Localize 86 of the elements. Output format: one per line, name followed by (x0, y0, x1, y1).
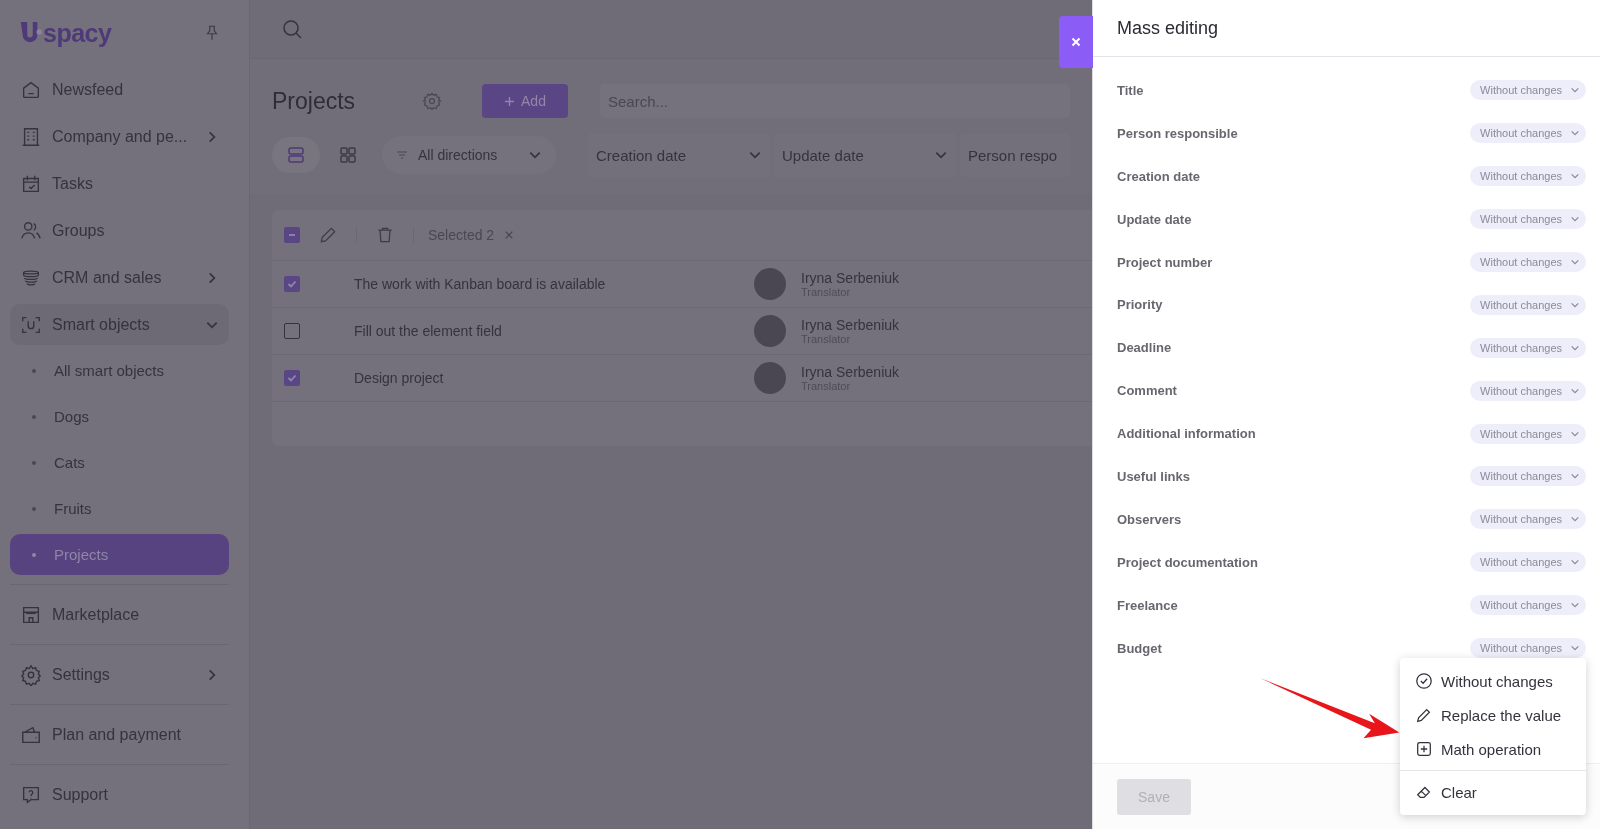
edit-icon[interactable] (318, 225, 338, 245)
logo-text: spacy (43, 18, 112, 48)
project-title[interactable]: Fill out the element field (354, 323, 754, 339)
field-label: Person responsible (1117, 125, 1238, 141)
value-dropdown[interactable]: Without changes (1470, 552, 1586, 573)
checkbox[interactable] (284, 370, 300, 386)
menu-item[interactable]: Without changes (1400, 664, 1586, 698)
list-view-icon (286, 145, 306, 165)
person-name: Iryna Serbeniuk (801, 364, 900, 380)
value-dropdown[interactable]: Without changes (1470, 466, 1586, 487)
sidebar-item[interactable]: Groups (10, 210, 229, 251)
checkbox[interactable] (284, 323, 300, 339)
sidebar-subitem[interactable]: Fruits (10, 488, 229, 529)
settings-icon[interactable] (422, 91, 442, 111)
delete-icon[interactable] (375, 225, 395, 245)
panel-title: Mass editing (1093, 0, 1600, 57)
value-dropdown[interactable]: Without changes (1470, 209, 1586, 230)
check-circle-icon (1415, 672, 1433, 690)
checkbox[interactable] (284, 276, 300, 292)
sidebar-subitem[interactable]: Cats (10, 442, 229, 483)
sidebar-item[interactable]: Plan and payment (10, 714, 229, 755)
project-title[interactable]: Design project (354, 370, 754, 386)
sidebar-item[interactable]: CRM and sales (10, 257, 229, 298)
field-label: Observers (1117, 511, 1182, 527)
sidebar-subitem[interactable]: Projects (10, 534, 229, 575)
sidebar-item[interactable]: Tasks (10, 163, 229, 204)
sidebar-item[interactable]: Newsfeed (10, 69, 229, 110)
field-label: Deadline (1117, 340, 1172, 356)
close-button[interactable] (1059, 16, 1093, 68)
sidebar-subitem[interactable]: All smart objects (10, 350, 229, 391)
value-dropdown[interactable]: Without changes (1470, 123, 1586, 144)
value-dropdown[interactable]: Without changes (1470, 509, 1586, 530)
sidebar-item[interactable]: Company and pe... (10, 116, 229, 157)
grid-view-icon (338, 145, 358, 165)
sidebar-item[interactable]: Marketplace (10, 594, 229, 635)
field-label: Project number (1117, 254, 1213, 270)
people-icon (20, 219, 42, 242)
directions-dropdown[interactable]: All directions (382, 136, 556, 174)
chevron-icon (1570, 257, 1580, 267)
field-label: Useful links (1117, 468, 1190, 484)
check-icon (286, 278, 298, 290)
value-dropdown[interactable]: Without changes (1470, 252, 1586, 272)
person-name: Iryna Serbeniuk (801, 317, 900, 333)
value-dropdown[interactable]: Without changes (1470, 638, 1586, 658)
building-icon (20, 125, 42, 148)
field-label: Comment (1117, 383, 1177, 399)
sidebar-item[interactable]: Settings (10, 654, 229, 695)
value-dropdown[interactable]: Without changes (1470, 423, 1586, 444)
list-view-button[interactable] (272, 137, 320, 173)
sidebar-item[interactable]: Support (10, 774, 229, 815)
add-button[interactable]: Add (482, 84, 568, 118)
check-icon (286, 372, 298, 384)
sidebar-item[interactable]: Smart objects (10, 304, 229, 345)
plus-icon (504, 95, 516, 107)
search-icon[interactable] (280, 17, 304, 41)
close-icon[interactable] (504, 230, 515, 240)
field-label: Budget (1117, 640, 1162, 656)
field-label: Title (1117, 82, 1144, 98)
field-label: Update date (1117, 211, 1192, 227)
chevron-icon (1570, 643, 1580, 653)
value-dropdown[interactable]: Without changes (1470, 80, 1586, 101)
settings-icon (20, 663, 42, 686)
pencil-icon (1415, 706, 1433, 724)
value-dropdown[interactable]: Without changes (1470, 166, 1586, 187)
menu-item[interactable]: Replace the value (1400, 698, 1586, 732)
value-dropdown[interactable]: Without changes (1470, 337, 1586, 358)
page-title: Projects (272, 87, 357, 115)
avatar (754, 362, 786, 394)
plus-square-icon (1415, 740, 1433, 758)
field-label: Freelance (1117, 597, 1178, 613)
person-name: Iryna Serbeniuk (801, 270, 900, 286)
field-label: Additional information (1117, 426, 1256, 442)
field-label: Creation date (1117, 168, 1201, 184)
menu-item[interactable]: Clear (1400, 775, 1586, 809)
close-icon (1070, 36, 1082, 48)
sidebar-subitem[interactable]: Dogs (10, 396, 229, 437)
value-dropdown[interactable]: Without changes (1470, 380, 1586, 401)
field-label: Project documentation (1117, 554, 1258, 570)
checkbox[interactable] (284, 227, 300, 243)
avatar (754, 315, 786, 347)
value-dropdown[interactable]: Without changes (1470, 595, 1586, 616)
menu-item[interactable]: Math operation (1400, 732, 1586, 766)
value-dropdown[interactable]: Without changes (1470, 294, 1586, 315)
avatar (754, 268, 786, 300)
field-label: Priority (1117, 297, 1163, 313)
project-title[interactable]: The work with Kanban board is available (354, 276, 754, 292)
